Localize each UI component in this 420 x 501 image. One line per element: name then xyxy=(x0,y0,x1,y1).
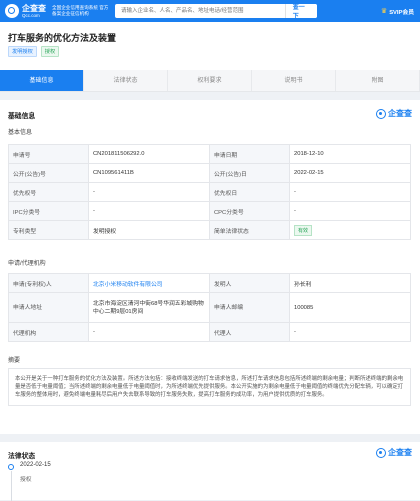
applicant-table: 申请(专利权)人 北京小米移动软件有限公司 发明人 孙长利 申请人地址 北京市海… xyxy=(8,273,411,342)
field-label: 代理机构 xyxy=(8,322,89,342)
timeline-status: 授权 xyxy=(20,477,32,483)
section-title-legal: 法律状态 xyxy=(8,453,36,460)
field-value: - xyxy=(289,182,411,202)
field-value: 100085 xyxy=(289,292,411,323)
table-row: 申请人地址 北京市海淀区清河中街68号华润五彩城购物中心二期9层01房间 申请人… xyxy=(8,292,411,323)
tab-drawings[interactable]: 附图 xyxy=(336,70,420,91)
field-label: 简单法律状态 xyxy=(209,220,290,240)
timeline-date: 2022-02-15 xyxy=(20,462,51,468)
tab-basic-info[interactable]: 基础信息 xyxy=(0,70,84,91)
basic-info-table: 申请号 CN201811506292.0 申请日期 2018-12-10 公开(… xyxy=(8,144,411,240)
logo-icon xyxy=(5,4,19,18)
main-content: 基础信息 企查查 基本信息 申请号 CN201811506292.0 申请日期 … xyxy=(0,100,420,501)
field-value: 孙长利 xyxy=(289,273,411,293)
svip-label: SVIP会员 xyxy=(389,9,414,16)
field-label: 优先权号 xyxy=(8,182,89,202)
table-row: 专利类型 发明授权 简单法律状态 有效 xyxy=(8,220,411,240)
watermark-text: 企查查 xyxy=(388,448,412,457)
qcc-logo-icon xyxy=(376,108,386,119)
table-row: 优先权号 - 优先权日 - xyxy=(8,182,411,202)
field-label: 专利类型 xyxy=(8,220,89,240)
basic-info-subtitle: 基本信息 xyxy=(8,130,33,136)
status-tag: 授权 xyxy=(40,46,60,57)
field-value-cell: 有效 xyxy=(289,220,411,240)
field-value: 2022-02-15 xyxy=(289,163,411,183)
field-value: 北京市海淀区清河中街68号华润五彩城购物中心二期9层01房间 xyxy=(88,292,210,323)
page-title: 打车服务的优化方法及装置 xyxy=(8,33,117,43)
table-row: 代理机构 - 代理人 - xyxy=(8,322,411,342)
field-label: 申请(专利权)人 xyxy=(8,273,89,293)
tab-claims[interactable]: 权利要求 xyxy=(168,70,252,91)
search-button[interactable]: 查一下 xyxy=(284,4,317,20)
timeline-line xyxy=(10,471,12,501)
tab-bar: 基础信息 法律状态 权利要求 说明书 附图 xyxy=(0,70,420,92)
field-value: - xyxy=(289,322,411,342)
tab-legal-status[interactable]: 法律状态 xyxy=(84,70,168,91)
field-label: 公开(公告)号 xyxy=(8,163,89,183)
table-row: IPC分类号 - CPC分类号 - xyxy=(8,201,411,221)
field-value: - xyxy=(88,322,210,342)
field-value: - xyxy=(289,201,411,221)
abstract-text: 本公开是关于一种打车服务的优化方法及装置。所述方法包括：接收终端发送的打车请求信… xyxy=(8,368,411,406)
section-title-basic: 基础信息 xyxy=(8,113,36,120)
field-label: 申请号 xyxy=(8,144,89,164)
applicant-link[interactable]: 北京小米移动软件有限公司 xyxy=(93,282,163,288)
field-label: 申请人邮编 xyxy=(209,292,290,323)
table-row: 公开(公告)号 CN109561411B 公开(公告)日 2022-02-15 xyxy=(8,163,411,183)
tagline: 全国企业信用查询系统 官方备案企业征信机构 xyxy=(52,5,109,16)
field-label: 申请人地址 xyxy=(8,292,89,323)
logo-domain: Qcc.com xyxy=(22,12,40,18)
top-bar: 企查查 Qcc.com 全国企业信用查询系统 官方备案企业征信机构 查一下 ♛ … xyxy=(0,0,420,22)
crown-icon: ♛ xyxy=(380,8,388,15)
field-label: 优先权日 xyxy=(209,182,290,202)
logo-name: 企查查 xyxy=(22,3,46,13)
watermark-logo: 企查查 xyxy=(376,447,412,458)
field-value: CN109561411B xyxy=(88,163,210,183)
logo[interactable]: 企查查 Qcc.com xyxy=(5,4,46,18)
timeline-dot-icon xyxy=(8,464,14,470)
abstract-title: 摘要 xyxy=(8,358,21,364)
field-value: - xyxy=(88,201,210,221)
applicant-subtitle: 申请/代理机构 xyxy=(8,261,46,267)
field-value: 2018-12-10 xyxy=(289,144,411,164)
type-tag: 发明授权 xyxy=(8,46,37,57)
search-box: 查一下 xyxy=(115,4,317,20)
tab-description[interactable]: 说明书 xyxy=(252,70,336,91)
field-value: CN201811506292.0 xyxy=(88,144,210,164)
search-input[interactable] xyxy=(115,4,283,18)
field-label: 发明人 xyxy=(209,273,290,293)
watermark-logo: 企查查 xyxy=(376,108,412,119)
qcc-logo-icon xyxy=(376,447,386,458)
field-label: 代理人 xyxy=(209,322,290,342)
svip-link[interactable]: ♛ SVIP会员 xyxy=(381,7,414,16)
field-label: 申请日期 xyxy=(209,144,290,164)
field-label: CPC分类号 xyxy=(209,201,290,221)
watermark-text: 企查查 xyxy=(388,109,412,118)
table-row: 申请号 CN201811506292.0 申请日期 2018-12-10 xyxy=(8,144,411,164)
field-value-cell: 北京小米移动软件有限公司 xyxy=(88,273,210,293)
section-divider xyxy=(0,434,420,442)
field-label: 公开(公告)日 xyxy=(209,163,290,183)
field-value: 发明授权 xyxy=(88,220,210,240)
legal-status-badge: 有效 xyxy=(294,224,313,236)
field-value: - xyxy=(88,182,210,202)
table-row: 申请(专利权)人 北京小米移动软件有限公司 发明人 孙长利 xyxy=(8,273,411,293)
field-label: IPC分类号 xyxy=(8,201,89,221)
